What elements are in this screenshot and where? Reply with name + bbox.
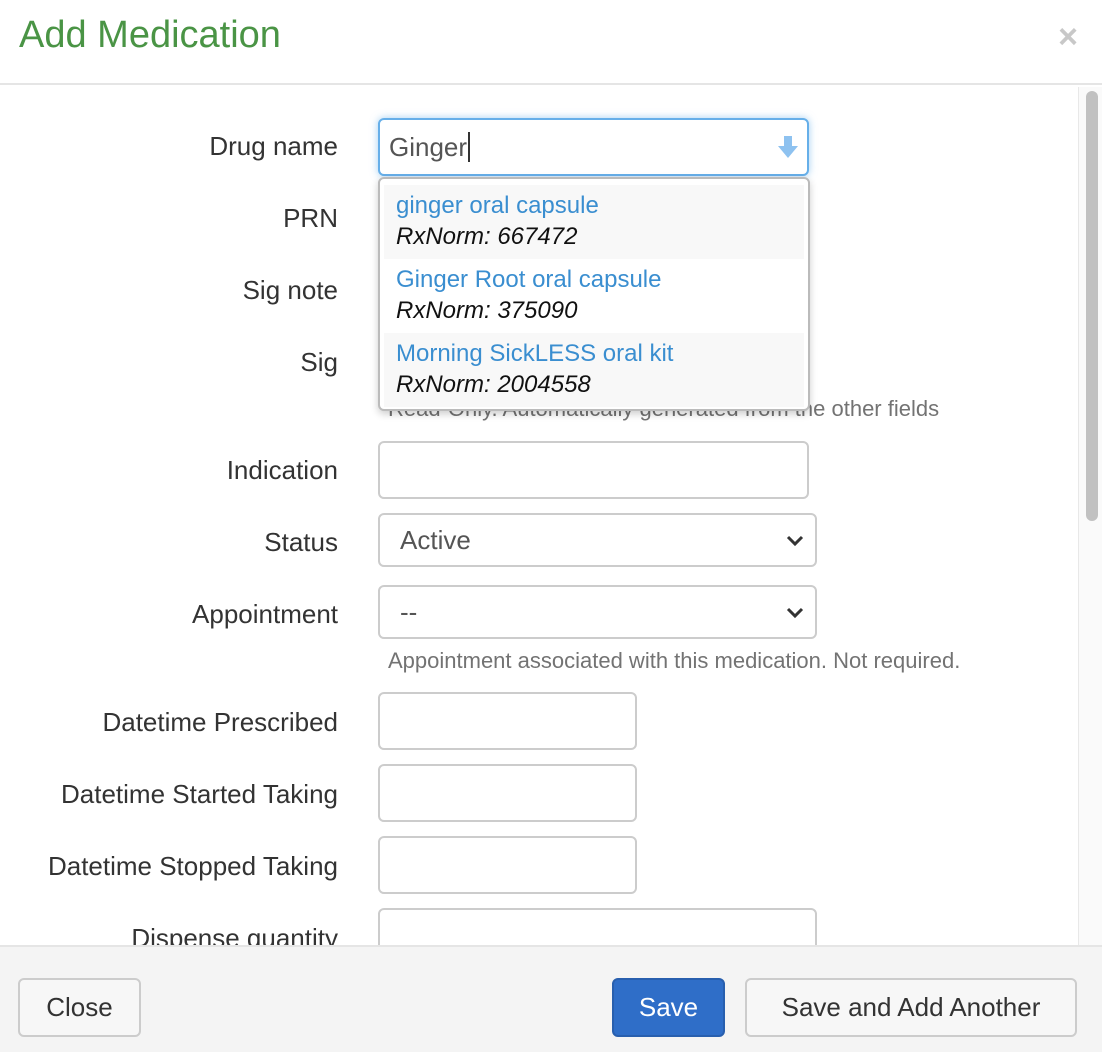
appointment-help-text: Appointment associated with this medicat… [388, 648, 961, 673]
autocomplete-dropdown: ginger oral capsule RxNorm: 667472 Ginger… [378, 177, 810, 411]
drug-name-input[interactable]: Ginger [378, 118, 809, 176]
save-and-add-another-button[interactable]: Save and Add Another [745, 978, 1077, 1037]
modal-title: Add Medication [19, 14, 281, 56]
drug-name-value: Ginger [389, 131, 468, 162]
suggestion-name: ginger oral capsule [396, 192, 599, 219]
suggestion-code: RxNorm: 375090 [396, 297, 578, 324]
dispense-quantity-label: Dispense quantity [131, 923, 338, 945]
datetime-stopped-input[interactable] [378, 836, 637, 894]
suggestion-name: Morning SickLESS oral kit [396, 340, 674, 367]
datetime-prescribed-label: Datetime Prescribed [102, 707, 338, 737]
suggestion-item[interactable]: Ginger Root oral capsule RxNorm: 375090 [384, 259, 804, 333]
status-select[interactable]: Active [378, 513, 817, 567]
appointment-label: Appointment [192, 599, 338, 629]
close-icon[interactable]: × [1058, 18, 1078, 57]
datetime-prescribed-input[interactable] [378, 692, 637, 750]
sig-label: Sig [300, 347, 338, 377]
chevron-down-icon [786, 535, 804, 547]
drug-name-label: Drug name [209, 131, 338, 161]
datetime-stopped-label: Datetime Stopped Taking [47, 851, 338, 881]
suggestion-code: RxNorm: 667472 [396, 223, 578, 250]
indication-label: Indication [226, 455, 338, 485]
modal-body: Drug name Ginger ginger oral capsule RxNo… [0, 87, 1080, 945]
status-value: Active [400, 524, 471, 555]
modal-header: Add Medication × [0, 0, 1102, 85]
dispense-quantity-input[interactable] [378, 908, 817, 945]
text-caret [468, 132, 471, 162]
prn-label: PRN [283, 203, 338, 233]
chevron-down-icon [786, 607, 804, 619]
datetime-started-label: Datetime Started Taking [61, 779, 338, 809]
datetime-started-input[interactable] [378, 764, 637, 822]
appointment-value: -- [400, 596, 418, 627]
sig-note-label: Sig note [242, 275, 338, 305]
save-button[interactable]: Save [612, 978, 725, 1037]
suggestion-item[interactable]: Morning SickLESS oral kit RxNorm: 2004558 [384, 333, 804, 407]
suggestion-item[interactable]: ginger oral capsule RxNorm: 667472 [384, 185, 804, 259]
suggestion-name: Ginger Root oral capsule [396, 266, 662, 293]
appointment-select[interactable]: -- [378, 585, 817, 639]
suggestion-code: RxNorm: 2004558 [396, 371, 591, 398]
status-label: Status [264, 527, 338, 557]
scrollbar[interactable] [1078, 87, 1102, 945]
modal-footer: Close Save Save and Add Another [0, 945, 1102, 1052]
close-button[interactable]: Close [18, 978, 141, 1037]
indication-input[interactable] [378, 441, 809, 499]
arrow-down-icon[interactable] [775, 134, 801, 160]
scrollbar-thumb[interactable] [1086, 91, 1098, 521]
